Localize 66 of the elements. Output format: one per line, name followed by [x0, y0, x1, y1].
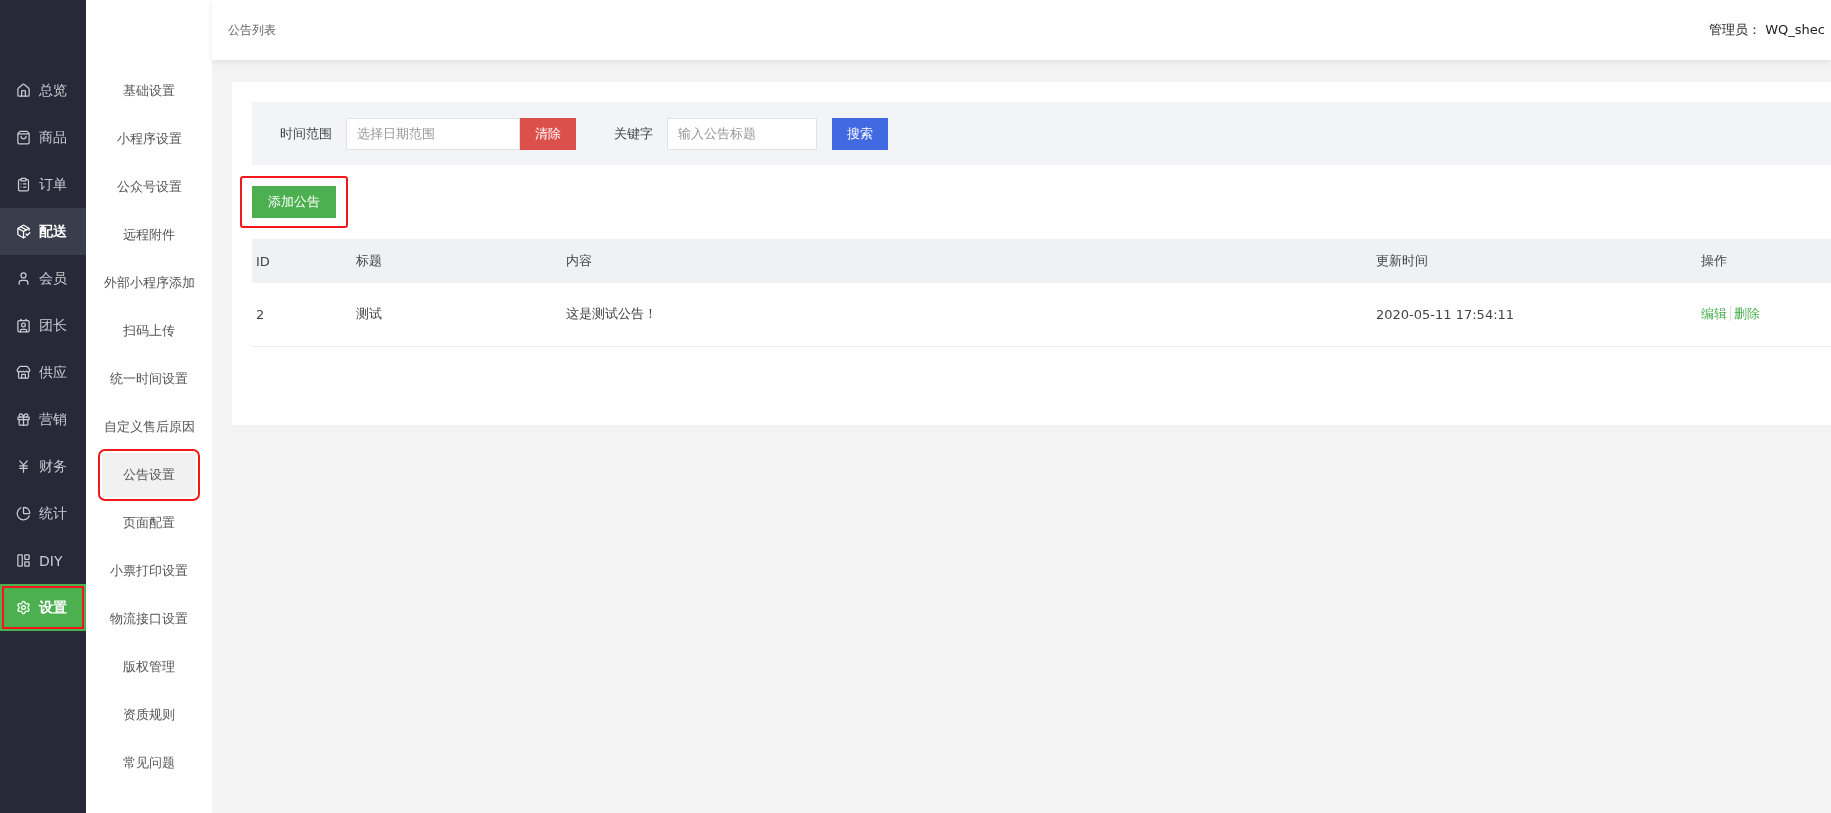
nav-label: 设置: [39, 598, 67, 617]
submenu-item[interactable]: 外部小程序添加: [89, 261, 209, 305]
column-header: 更新时间: [1372, 239, 1697, 283]
pie-chart-icon: [16, 506, 31, 521]
nav-label: 团长: [39, 316, 67, 335]
list-icon: [16, 177, 31, 192]
date-range-field[interactable]: 选择日期范围: [346, 117, 520, 150]
nav-item[interactable]: 会员: [0, 255, 86, 302]
contact-icon: [16, 318, 31, 333]
submenu-item[interactable]: 小票打印设置: [89, 549, 209, 593]
nav-label: 供应: [39, 363, 67, 382]
clear-button[interactable]: 清除: [520, 117, 576, 150]
yen-icon: [16, 459, 31, 474]
column-header: 内容: [562, 239, 1372, 283]
nav-label: DIY: [39, 552, 63, 569]
nav-label: 订单: [39, 175, 67, 194]
submenu-item[interactable]: 资质规则: [89, 693, 209, 737]
column-header: ID: [252, 239, 352, 283]
submenu-item[interactable]: 小程序设置: [89, 117, 209, 161]
nav-label: 商品: [39, 128, 67, 147]
search-button[interactable]: 搜索: [832, 117, 888, 150]
nav-label: 总览: [39, 81, 67, 100]
bag-icon: [16, 130, 31, 145]
field-label: 关键字: [614, 124, 653, 143]
submenu-item[interactable]: 版权管理: [89, 645, 209, 689]
nav-label: 财务: [39, 457, 67, 476]
keyword-field[interactable]: 输入公告标题: [667, 117, 817, 150]
submenu-item[interactable]: 公众号设置: [89, 165, 209, 209]
layout-icon: [16, 553, 31, 568]
table-cell: 2: [252, 283, 352, 346]
submenu-item[interactable]: 自定义售后原因: [89, 405, 209, 449]
user-icon: [16, 271, 31, 286]
nav-item[interactable]: 商品: [0, 114, 86, 161]
column-header: 标题: [352, 239, 562, 283]
nav-label: 配送: [39, 222, 67, 241]
submenu-item[interactable]: 物流接口设置: [89, 597, 209, 641]
nav-item[interactable]: 配送: [0, 208, 86, 255]
table-cell: 2020-05-11 17:54:11: [1372, 283, 1697, 346]
submenu-item[interactable]: 统一时间设置: [89, 357, 209, 401]
nav-label: 会员: [39, 269, 67, 288]
nav-item[interactable]: 供应: [0, 349, 86, 396]
table-cell: 这是测试公告！: [562, 283, 1372, 346]
store-icon: [16, 365, 31, 380]
nav-item[interactable]: 总览: [0, 67, 86, 114]
settings-icon: [16, 600, 31, 615]
nav-label: 统计: [39, 504, 67, 523]
nav-item[interactable]: 统计: [0, 490, 86, 537]
nav-item[interactable]: 营销: [0, 396, 86, 443]
home-icon: [16, 83, 31, 98]
gift-icon: [16, 412, 31, 427]
page-title: 公告列表: [228, 21, 276, 39]
field-label: 时间范围: [280, 124, 332, 143]
submenu-item[interactable]: 常见问题: [89, 741, 209, 785]
table-cell: 测试: [352, 283, 562, 346]
package-icon: [16, 224, 31, 239]
submenu-item[interactable]: 远程附件: [89, 213, 209, 257]
nav-item[interactable]: 财务: [0, 443, 86, 490]
nav-item[interactable]: DIY: [0, 537, 86, 584]
submenu-item[interactable]: 扫码上传: [89, 309, 209, 353]
nav-label: 营销: [39, 410, 67, 429]
admin-name: 管理员： WQ_shec: [1709, 21, 1825, 39]
nav-item[interactable]: 团长: [0, 302, 86, 349]
submenu-item[interactable]: 基础设置: [89, 69, 209, 113]
submenu-item[interactable]: 页面配置: [89, 501, 209, 545]
nav-item[interactable]: 订单: [0, 161, 86, 208]
column-header: 操作: [1697, 239, 1831, 283]
